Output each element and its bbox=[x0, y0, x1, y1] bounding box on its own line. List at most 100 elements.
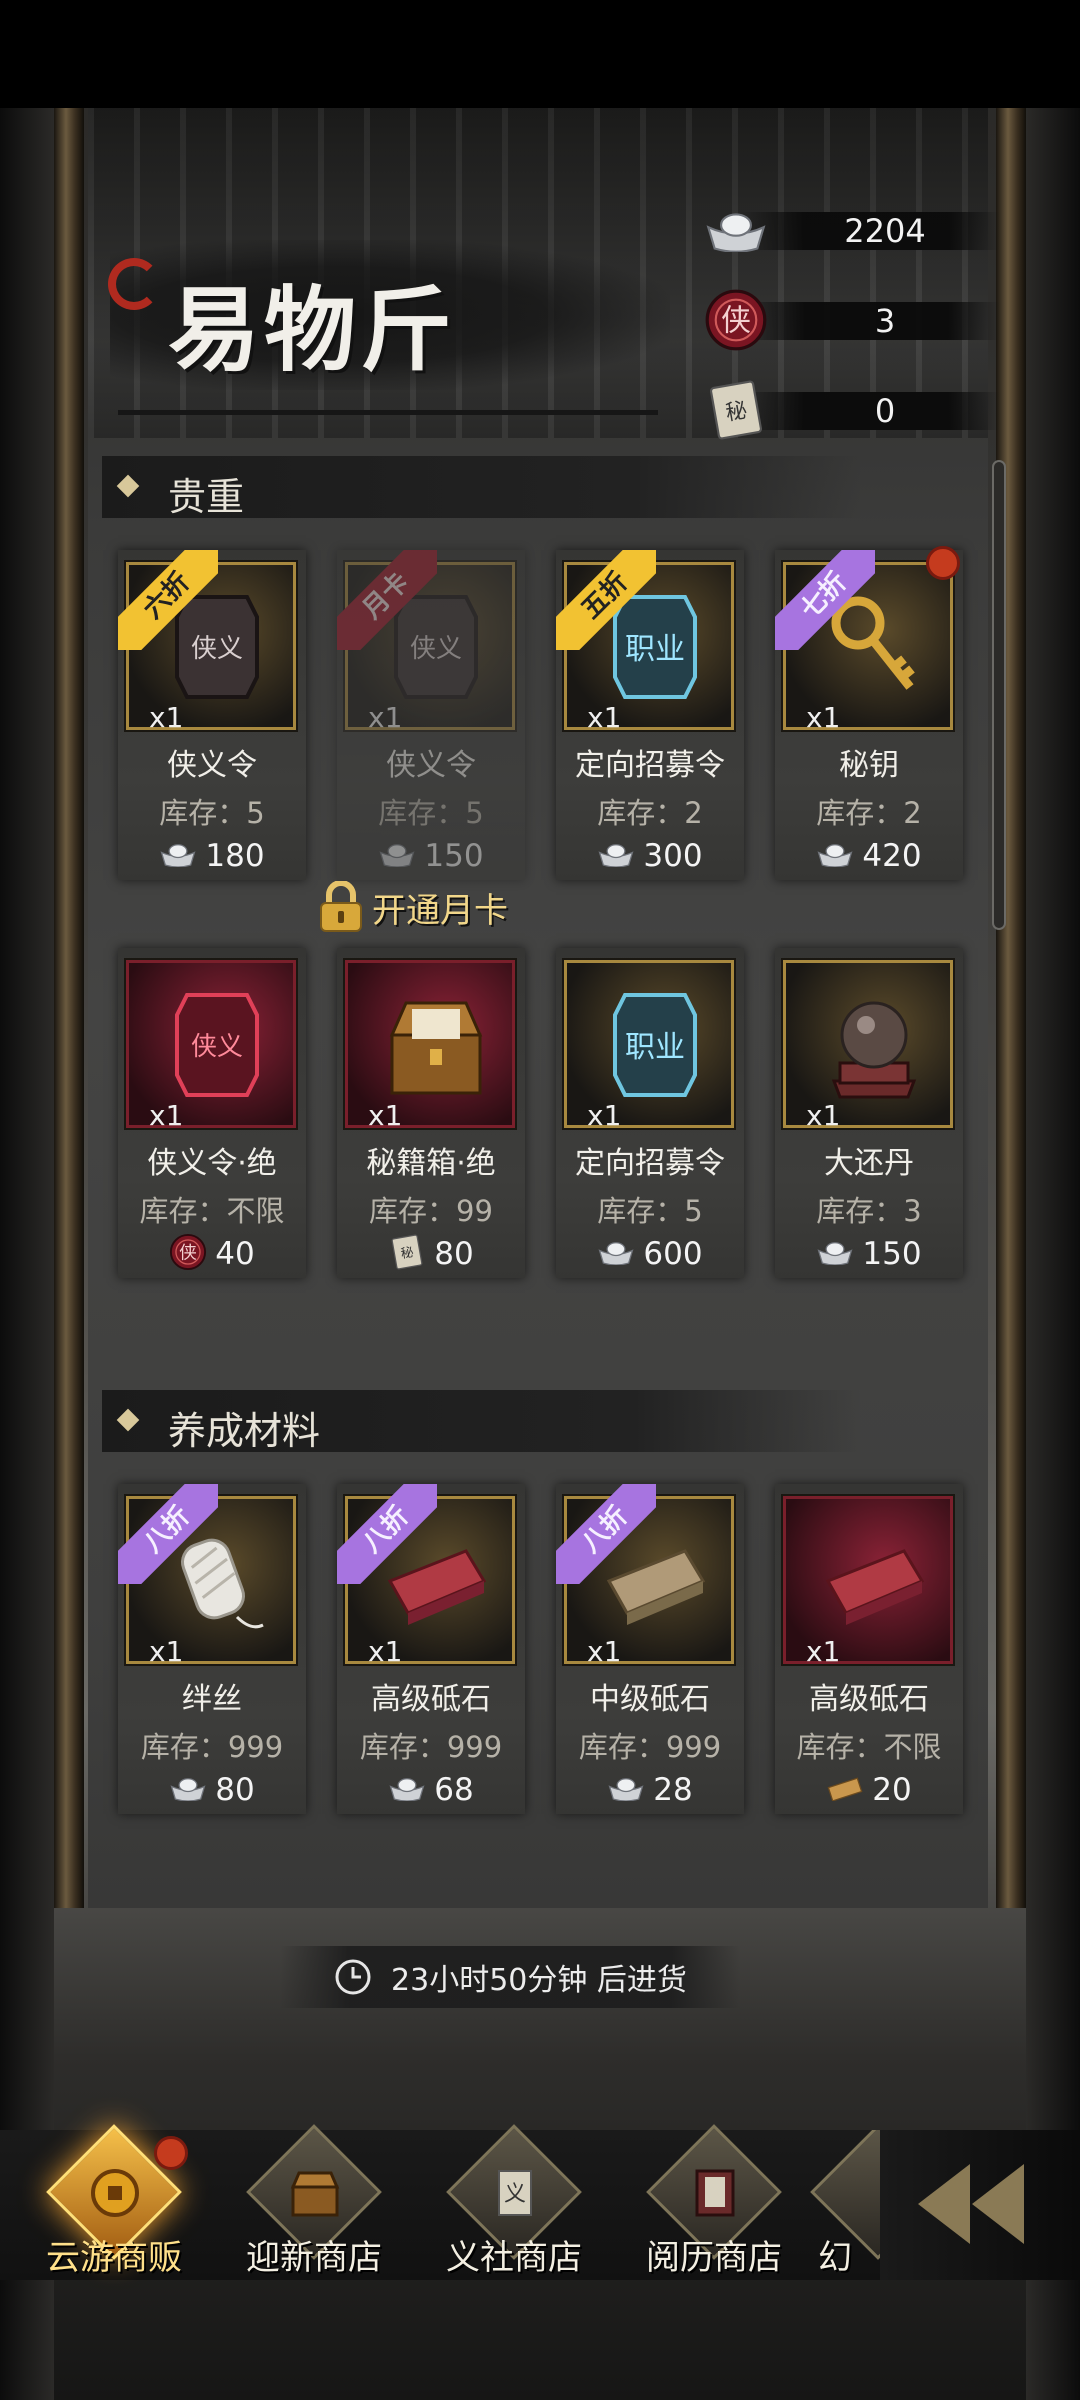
silver-ingot-icon bbox=[700, 200, 772, 260]
item-quantity: x1 bbox=[368, 1099, 403, 1132]
double-chevron-left-icon bbox=[918, 2164, 970, 2244]
item-stock: 库存：999 bbox=[578, 1730, 722, 1764]
item-price: 80 bbox=[118, 1770, 306, 1810]
shop-item-card[interactable]: x1 八折 绊丝 库存：999 80 bbox=[118, 1484, 306, 1814]
page-title: 易物斤 bbox=[168, 276, 457, 384]
shop-item-card[interactable]: 侠义 x1 月卡 侠义令 库存：5 150 bbox=[337, 550, 525, 880]
item-name: 秘钥 bbox=[839, 748, 899, 783]
item-quantity: x1 bbox=[149, 701, 184, 734]
stone-red-icon bbox=[824, 1521, 925, 1641]
item-stock: 库存：5 bbox=[378, 796, 484, 830]
currency-row: 侠3 bbox=[700, 289, 1000, 351]
item-stock: 库存：5 bbox=[159, 796, 265, 830]
shop-item-card[interactable]: 职业 x1 五折 定向招募令 库存：2 300 bbox=[556, 550, 744, 880]
silver-ingot-icon bbox=[607, 1775, 645, 1806]
discount-tag-text: 月卡 bbox=[337, 550, 437, 650]
item-quantity: x1 bbox=[806, 1635, 841, 1668]
secret-book-icon: 秘 bbox=[388, 1233, 426, 1275]
nav-more-button[interactable] bbox=[880, 2130, 1080, 2280]
item-stock: 库存：不限 bbox=[139, 1194, 285, 1228]
item-stock: 库存：99 bbox=[369, 1194, 493, 1228]
nav-tab-label: 阅历商店 bbox=[646, 2238, 782, 2278]
nav-tab-label: 迎新商店 bbox=[246, 2238, 382, 2278]
item-price: 150 bbox=[337, 836, 525, 876]
section-title: 养成材料 bbox=[168, 1409, 321, 1453]
shop-item-card[interactable]: 侠义 x1 侠义令·绝 库存：不限侠 40 bbox=[118, 948, 306, 1278]
svg-text:义: 义 bbox=[504, 2182, 526, 2207]
item-price: 600 bbox=[556, 1234, 744, 1274]
currency-value: 3 bbox=[874, 302, 896, 340]
discount-tag: 八折 bbox=[556, 1484, 656, 1584]
treasure-chest-icon bbox=[280, 2160, 350, 2226]
silver-ingot-icon bbox=[378, 841, 416, 872]
item-price: 20 bbox=[775, 1770, 963, 1810]
scrollbar[interactable] bbox=[992, 460, 1006, 930]
token-red-icon: 侠义 bbox=[167, 985, 267, 1105]
item-price: 300 bbox=[556, 836, 744, 876]
item-name: 中级砥石 bbox=[590, 1682, 710, 1717]
shop-item-card[interactable]: 侠义 x1 六折 侠义令 库存：5 180 bbox=[118, 550, 306, 880]
item-quantity: x1 bbox=[149, 1635, 184, 1668]
discount-tag: 八折 bbox=[337, 1484, 437, 1584]
discount-tag: 七折 bbox=[775, 550, 875, 650]
discount-tag: 八折 bbox=[118, 1484, 218, 1584]
item-price-value: 20 bbox=[872, 1772, 912, 1808]
nav-tab-5[interactable]: 幻 bbox=[790, 2130, 880, 2300]
shop-item-card[interactable]: x1 大还丹 库存：3 150 bbox=[775, 948, 963, 1278]
item-stock: 库存：2 bbox=[597, 796, 703, 830]
silver-ingot-icon bbox=[159, 841, 197, 872]
nav-tab-label: 云游商贩 bbox=[46, 2238, 182, 2278]
section-header: 养成材料 bbox=[102, 1390, 862, 1453]
item-price-value: 420 bbox=[862, 838, 922, 874]
currency-row: 秘0 bbox=[700, 380, 1000, 440]
nav-tab-label: 幻 bbox=[818, 2238, 852, 2278]
item-name: 大还丹 bbox=[824, 1146, 914, 1181]
nav-tab-3[interactable]: 义义社商店 bbox=[424, 2124, 604, 2300]
discount-tag-text: 八折 bbox=[337, 1484, 437, 1584]
silver-ingot-icon bbox=[597, 841, 635, 872]
secret-book-icon: 秘 bbox=[700, 380, 772, 440]
item-quantity: x1 bbox=[806, 701, 841, 734]
nav-tab-1[interactable]: 云游商贩 bbox=[24, 2124, 204, 2300]
shop-item-card[interactable]: x1 八折 中级砥石 库存：999 28 bbox=[556, 1484, 744, 1814]
discount-tag: 月卡 bbox=[337, 550, 437, 650]
shop-item-card[interactable]: 职业 x1 定向招募令 库存：5 600 bbox=[556, 948, 744, 1278]
item-name: 定向招募令 bbox=[575, 748, 725, 783]
shop-item-card[interactable]: x1 高级砥石库存：不限 20 bbox=[775, 1484, 963, 1814]
wood-pillar-left bbox=[54, 108, 84, 1908]
discount-tag: 五折 bbox=[556, 550, 656, 650]
diamond-icon bbox=[116, 1408, 140, 1432]
item-name: 高级砥石 bbox=[809, 1682, 929, 1717]
item-price-value: 28 bbox=[653, 1772, 693, 1808]
diamond-icon bbox=[116, 474, 140, 498]
discount-tag-text: 七折 bbox=[775, 550, 875, 650]
silver-ingot-icon bbox=[597, 1239, 635, 1270]
silver-ingot-icon bbox=[169, 1775, 207, 1806]
item-thumbnail: x1 bbox=[343, 958, 517, 1132]
month-card-lock-text: 开通月卡 bbox=[372, 890, 508, 931]
scroll-icon: 义 bbox=[480, 2160, 550, 2226]
shop-item-card[interactable]: x1 七折 秘钥 库存：2 420 bbox=[775, 550, 963, 880]
token-blue-icon: 职业 bbox=[605, 985, 705, 1105]
nav-tab-4[interactable]: 阅历商店 bbox=[624, 2124, 804, 2300]
item-price: 侠 40 bbox=[118, 1233, 306, 1274]
silver-ingot-icon bbox=[816, 841, 854, 872]
svg-text:侠: 侠 bbox=[179, 1242, 197, 1263]
frame-edge-right bbox=[1026, 108, 1080, 2400]
restock-timer: 23小时50分钟 后进货 bbox=[280, 1946, 740, 2008]
item-price: 180 bbox=[118, 836, 306, 876]
bronze-ingot-icon bbox=[826, 1775, 864, 1806]
shop-item-card[interactable]: x1 秘籍箱·绝 库存：99 秘 80 bbox=[337, 948, 525, 1278]
coin-vendor-icon bbox=[80, 2160, 150, 2226]
shop-item-card[interactable]: x1 八折 高级砥石 库存：999 68 bbox=[337, 1484, 525, 1814]
item-name: 高级砥石 bbox=[371, 1682, 491, 1717]
svg-text:侠义: 侠义 bbox=[191, 1032, 243, 1062]
item-stock: 库存：不限 bbox=[796, 1730, 942, 1764]
section-title: 贵重 bbox=[168, 475, 245, 519]
item-name: 侠义令 bbox=[386, 748, 476, 783]
chevron-left-icon bbox=[972, 2164, 1024, 2244]
nav-tab-2[interactable]: 迎新商店 bbox=[224, 2124, 404, 2300]
month-card-lock-badge[interactable]: 开通月卡 bbox=[318, 872, 508, 942]
item-stock: 库存：999 bbox=[359, 1730, 503, 1764]
title-seal-icon bbox=[108, 258, 160, 310]
